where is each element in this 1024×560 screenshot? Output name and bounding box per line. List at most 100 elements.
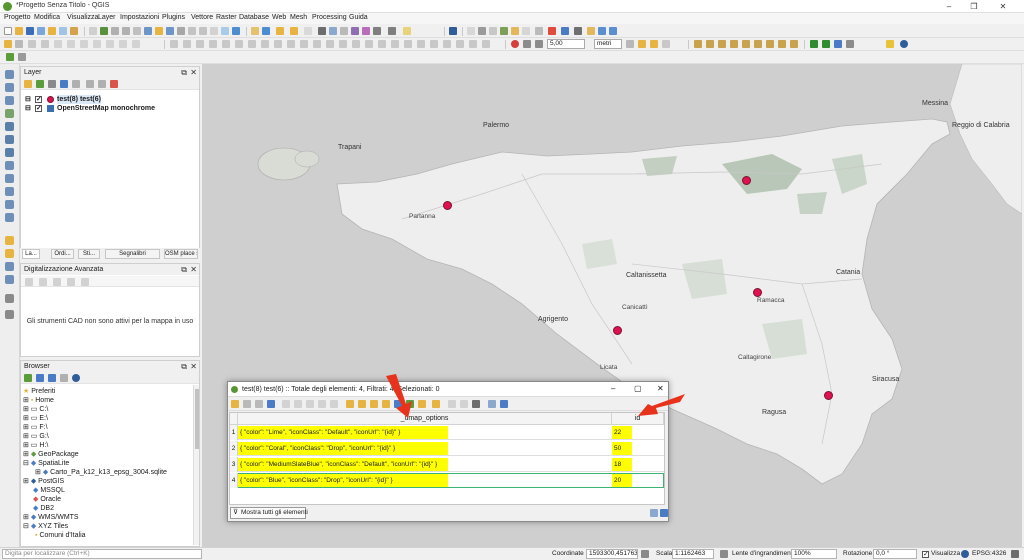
table-row[interactable]: 2 { "color": "Coral", "iconClass": "Drop… [230,441,664,456]
warning-icon[interactable] [886,40,894,48]
redo-icon[interactable] [132,40,140,48]
show-all-features-button[interactable]: ⊽ Mostra tutti gli elementi [230,507,308,519]
table-view-icon[interactable] [660,509,668,517]
render-checkbox[interactable] [922,550,929,558]
georef-icon[interactable] [694,40,702,48]
label-tool-7-icon[interactable] [248,40,256,48]
map-point[interactable] [824,391,833,400]
row-number[interactable]: 1 [230,425,238,440]
messages-icon[interactable] [1011,550,1019,558]
label-tool-10-icon[interactable] [287,40,295,48]
python-console-icon[interactable] [449,27,457,35]
zoom-last-icon[interactable] [188,27,196,35]
cut-features-icon[interactable] [80,40,88,48]
plugin-13-icon[interactable] [609,27,617,35]
label-tool-17-icon[interactable] [378,40,386,48]
layer-test-checkbox[interactable] [35,95,42,104]
add-wms-icon[interactable] [5,187,14,196]
save-project-icon[interactable] [26,27,34,35]
label-tool-2-icon[interactable] [183,40,191,48]
open-project-icon[interactable] [15,27,23,35]
float-panel-icon[interactable]: ⧉ [181,361,187,372]
browser-item[interactable]: ★ Preferiti [23,387,55,396]
collapse-all-icon[interactable] [98,80,106,88]
zoom-out-icon[interactable] [122,27,130,35]
label-tool-23-icon[interactable] [456,40,464,48]
minimize-button[interactable]: – [937,1,961,12]
plugin-4-icon[interactable] [500,27,508,35]
new-layer-icon[interactable] [18,53,26,61]
collapse-browser-icon[interactable] [60,374,68,382]
menu-layer[interactable]: Layer [98,14,116,21]
crs-label[interactable]: EPSG:4326 [972,550,1006,557]
add-delimited-text-icon[interactable] [5,109,14,118]
float-panel-icon[interactable]: ⧉ [181,264,187,275]
paste-icon[interactable] [330,400,338,408]
add-geonode-icon[interactable] [5,275,14,284]
menu-vettore[interactable]: Vettore [191,14,213,21]
measure-icon[interactable] [373,27,381,35]
data-source-manager-icon[interactable] [6,53,14,61]
map-point[interactable] [613,326,622,335]
label-tool-19-icon[interactable] [404,40,412,48]
deselect-icon[interactable] [304,27,312,35]
browser-item[interactable]: ⊟ ◆ XYZ Tiles [23,522,68,531]
snapping-option-4-icon[interactable] [662,40,670,48]
vector-tool-4-icon[interactable] [742,40,750,48]
tab-bookmarks[interactable]: Segnalibri [105,249,160,259]
tab-layer-order[interactable]: Ordi... [51,249,74,259]
map-point[interactable] [742,176,751,185]
refresh-icon[interactable] [232,27,240,35]
toolbox-icon[interactable] [340,27,348,35]
label-tool-6-icon[interactable] [235,40,243,48]
browser-item[interactable]: ⊞ ▭ H:\ [23,441,48,450]
scale-lock-icon[interactable] [720,550,728,558]
delete-feature-icon[interactable] [294,400,302,408]
label-tool-8-icon[interactable] [261,40,269,48]
tab-osm-place-search[interactable]: OSM place s... [164,249,198,259]
snapping-toggle-icon[interactable] [511,40,519,48]
browser-item[interactable]: ◆ MSSQL [33,486,65,495]
tab-layers[interactable]: La... [22,249,40,259]
processing-run-icon[interactable] [810,40,818,48]
browser-item[interactable]: ⊞ ◆ Carto_Pa_k12_k13_epsg_3004.sqlite [35,468,167,477]
float-panel-icon[interactable]: ⧉ [181,67,187,78]
cad-construction-icon[interactable] [39,278,47,286]
cell-id[interactable]: 50 [612,441,664,456]
add-spatialite-icon[interactable] [5,122,14,131]
menu-database[interactable]: Database [239,14,269,21]
add-xyz-icon[interactable] [5,236,14,245]
toggle-editing-icon[interactable] [4,40,12,48]
browser-item[interactable]: ◆ DB2 [33,504,54,513]
row-number[interactable]: 2 [230,441,238,456]
add-wfs-icon[interactable] [5,200,14,209]
label-tool-3-icon[interactable] [196,40,204,48]
label-tool-16-icon[interactable] [365,40,373,48]
cad-parallel-icon[interactable] [53,278,61,286]
snapping-unit-select[interactable]: metri [594,39,622,49]
delete-selected-icon[interactable] [67,40,75,48]
snapping-mode-icon[interactable] [523,40,531,48]
identify-icon[interactable] [251,27,259,35]
add-vector-layer-icon[interactable] [5,70,14,79]
zoom-rubberband-icon[interactable] [133,27,141,35]
label-tool-12-icon[interactable] [313,40,321,48]
snapping-option-2-icon[interactable] [638,40,646,48]
plugin-1-icon[interactable] [467,27,475,35]
remove-layer-icon[interactable] [110,80,118,88]
vector-tool-7-icon[interactable] [778,40,786,48]
label-tool-18-icon[interactable] [391,40,399,48]
select-features-icon[interactable] [276,27,284,35]
cell-umap-options[interactable]: { "color": "Coral", "iconClass": "Drop",… [238,441,612,456]
label-tool-4-icon[interactable] [209,40,217,48]
filter-expression-icon[interactable] [72,80,80,88]
select-all-icon[interactable] [358,400,366,408]
add-virtual-layer-icon[interactable] [5,135,14,144]
add-feature-icon[interactable] [41,40,49,48]
statistics-icon[interactable] [351,27,359,35]
label-tool-1-icon[interactable] [170,40,178,48]
add-layer-icon[interactable] [24,374,32,382]
browser-scrollbar[interactable] [193,385,199,545]
open-styling-icon[interactable] [24,80,32,88]
close-panel-icon[interactable]: ✕ [190,361,197,372]
